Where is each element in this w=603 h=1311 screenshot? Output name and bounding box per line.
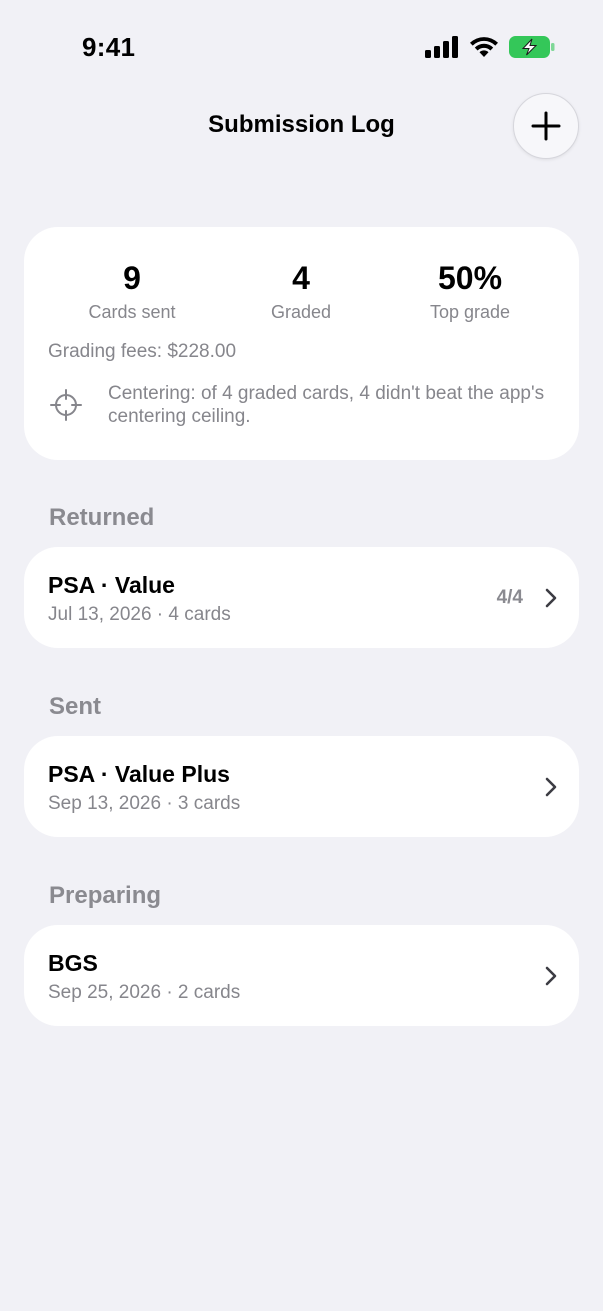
stat-value: 9 [123,260,141,296]
submission-log-screen: 9:41 Submission Log 9 Cards sent 4 Grade… [0,0,603,1311]
chevron-right-icon [545,588,557,608]
plus-icon [531,111,561,141]
summary-card: 9 Cards sent 4 Graded 50% Top grade Grad… [24,227,579,460]
section-title-returned: Returned [49,504,155,531]
submission-subtitle: Sep 13, 2026 · 3 cards [48,793,241,814]
submission-title: BGS [48,950,98,976]
submission-row[interactable]: BGS Sep 25, 2026 · 2 cards [24,925,579,1026]
section-title-sent: Sent [49,693,102,720]
chevron-right-icon [545,777,557,797]
stat-cards-sent: 9 Cards sent [42,260,222,323]
submission-subtitle: Sep 25, 2026 · 2 cards [48,982,241,1003]
wifi-icon [470,37,498,57]
submission-title: PSA · Value Plus [48,761,230,787]
stat-label: Top grade [429,302,511,322]
status-time: 9:41 [82,32,136,62]
stat-label: Cards sent [88,302,176,322]
stat-graded: 4 Graded [211,260,391,323]
centering-note: Centering: of 4 graded cards, 4 didn't b… [108,383,545,427]
chevron-right-icon [545,966,557,986]
status-icons [425,36,555,58]
battery-charging-icon [509,36,555,58]
add-submission-button[interactable] [513,93,579,159]
submission-title: PSA · Value [48,572,175,598]
stat-value: 50% [437,260,503,296]
graded-count: 4/4 [496,587,523,608]
stat-value: 4 [292,260,310,296]
cellular-signal-icon [425,36,458,58]
crosshair-icon [50,389,82,421]
grading-fees: Grading fees: $228.00 [48,341,237,362]
stat-top-grade: 50% Top grade [380,260,560,323]
section-title-preparing: Preparing [49,882,162,909]
submission-row[interactable]: PSA · Value Plus Sep 13, 2026 · 3 cards [24,736,579,837]
submission-row[interactable]: PSA · Value Jul 13, 2026 · 4 cards 4/4 [24,547,579,648]
stat-label: Graded [270,302,332,322]
submission-subtitle: Jul 13, 2026 · 4 cards [48,604,231,625]
